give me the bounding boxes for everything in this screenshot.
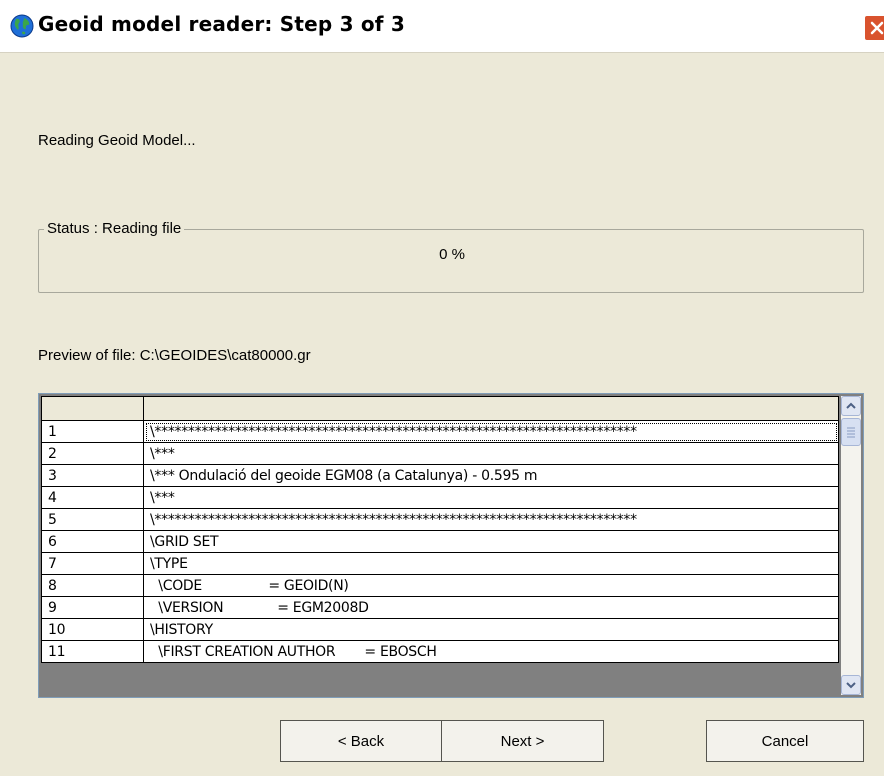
row-number: 8 (41, 574, 144, 597)
row-text: \HISTORY (143, 618, 839, 641)
chevron-down-icon (846, 682, 856, 689)
row-text: \CODE = GEOID(N) (143, 574, 839, 597)
window-title: Geoid model reader: Step 3 of 3 (38, 12, 405, 36)
title-bar: Geoid model reader: Step 3 of 3 (0, 0, 884, 53)
table-row[interactable]: 9 \VERSION = EGM2008D (41, 596, 839, 619)
row-text: \*** (143, 442, 839, 465)
row-number: 6 (41, 530, 144, 553)
progress-percent: 0 % (439, 246, 465, 263)
table-row[interactable]: 10 \HISTORY (41, 618, 839, 641)
header-cell-num[interactable] (41, 396, 144, 421)
scroll-up-button[interactable] (841, 396, 861, 416)
status-groupbox: 0 % (38, 229, 864, 293)
row-text: \FIRST CREATION AUTHOR = EBOSCH (143, 640, 839, 663)
row-number: 11 (41, 640, 144, 663)
table-row[interactable]: 8 \CODE = GEOID(N) (41, 574, 839, 597)
row-number: 5 (41, 508, 144, 531)
row-text: \VERSION = EGM2008D (143, 596, 839, 619)
preview-table: 1 \*************************************… (41, 396, 839, 663)
header-row (41, 396, 839, 421)
row-text: \***************************************… (143, 508, 839, 531)
row-number: 9 (41, 596, 144, 619)
scroll-down-button[interactable] (841, 675, 861, 695)
file-preview-grid[interactable]: 1 \*************************************… (38, 393, 864, 698)
preview-label: Preview of file: C:\GEOIDES\cat80000.gr (38, 347, 311, 364)
row-text: \*** (143, 486, 839, 509)
row-text: \*** Ondulació del geoide EGM08 (a Catal… (143, 464, 839, 487)
step-heading: Reading Geoid Model... (38, 132, 196, 149)
row-text: \GRID SET (143, 530, 839, 553)
row-number: 10 (41, 618, 144, 641)
close-icon (870, 21, 884, 35)
table-row[interactable]: 11 \FIRST CREATION AUTHOR = EBOSCH (41, 640, 839, 663)
table-row[interactable]: 3 \*** Ondulació del geoide EGM08 (a Cat… (41, 464, 839, 487)
close-button[interactable] (864, 15, 884, 41)
row-number: 7 (41, 552, 144, 575)
table-row[interactable]: 6 \GRID SET (41, 530, 839, 553)
row-number: 3 (41, 464, 144, 487)
grip-icon (847, 427, 855, 438)
back-button[interactable]: < Back (280, 720, 442, 762)
table-row[interactable]: 7 \TYPE (41, 552, 839, 575)
row-number: 4 (41, 486, 144, 509)
scroll-thumb[interactable] (841, 418, 861, 446)
table-row[interactable]: 1 \*************************************… (41, 420, 839, 443)
next-button[interactable]: Next > (441, 720, 604, 762)
row-number: 1 (41, 420, 144, 443)
row-number: 2 (41, 442, 144, 465)
status-legend: Status : Reading file (44, 220, 185, 237)
globe-icon (10, 14, 34, 38)
vertical-scrollbar[interactable] (841, 396, 861, 695)
table-row[interactable]: 4 \*** (41, 486, 839, 509)
header-cell-text[interactable] (143, 396, 839, 421)
table-row[interactable]: 2 \*** (41, 442, 839, 465)
chevron-up-icon (846, 402, 856, 409)
row-text: \***************************************… (143, 420, 839, 443)
cancel-button[interactable]: Cancel (706, 720, 864, 762)
row-text: \TYPE (143, 552, 839, 575)
table-row[interactable]: 5 \*************************************… (41, 508, 839, 531)
